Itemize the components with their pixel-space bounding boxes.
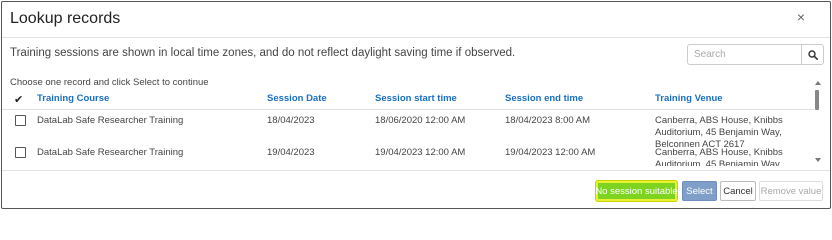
search-box xyxy=(687,44,824,65)
cancel-button[interactable]: Cancel xyxy=(720,181,756,201)
table-body: DataLab Safe Researcher Training 18/04/2… xyxy=(2,110,814,166)
select-all-checkmark-icon[interactable]: ✔ xyxy=(14,93,23,106)
table-row[interactable]: DataLab Safe Researcher Training 19/04/2… xyxy=(2,142,814,166)
scrollbar-thumb[interactable] xyxy=(815,90,819,110)
close-icon[interactable]: × xyxy=(797,10,805,24)
search-button[interactable] xyxy=(801,45,823,64)
instruction-text: Choose one record and click Select to co… xyxy=(10,77,209,88)
column-header-training-course[interactable]: Training Course xyxy=(37,93,109,104)
timezone-info-text: Training sessions are shown in local tim… xyxy=(10,47,516,59)
column-header-session-end-time[interactable]: Session end time xyxy=(505,93,583,104)
scroll-up-arrow-icon[interactable] xyxy=(815,81,821,85)
cell-training-course: DataLab Safe Researcher Training xyxy=(37,147,184,158)
cell-session-date: 19/04/2023 xyxy=(267,147,315,158)
cell-session-start-time: 19/04/2023 12:00 AM xyxy=(375,147,466,158)
select-button[interactable]: Select xyxy=(682,181,717,201)
dialog-header: Lookup records × xyxy=(2,2,830,38)
row-checkbox[interactable] xyxy=(15,115,26,126)
vertical-scrollbar[interactable] xyxy=(814,78,824,166)
dialog-title: Lookup records xyxy=(10,10,121,27)
remove-value-button[interactable]: Remove value xyxy=(759,181,823,201)
row-checkbox[interactable] xyxy=(15,147,26,158)
cell-training-course: DataLab Safe Researcher Training xyxy=(37,115,184,126)
cell-session-end-time: 18/04/2023 8:00 AM xyxy=(505,115,591,126)
column-header-session-start-time[interactable]: Session start time xyxy=(375,93,457,104)
cell-session-start-time: 18/06/2020 12:00 AM xyxy=(375,115,466,126)
lookup-dialog: Lookup records × Training sessions are s… xyxy=(1,1,831,209)
column-header-training-venue[interactable]: Training Venue xyxy=(655,93,723,104)
column-header-session-date[interactable]: Session Date xyxy=(267,93,327,104)
search-icon xyxy=(807,49,818,60)
scroll-down-arrow-icon[interactable] xyxy=(815,158,821,162)
cell-training-venue: Canberra, ABS House, Knibbs Auditorium, … xyxy=(655,147,783,166)
search-input[interactable] xyxy=(688,45,802,64)
table-header: ✔ Training Course Session Date Session s… xyxy=(2,88,814,110)
table-row[interactable]: DataLab Safe Researcher Training 18/04/2… xyxy=(2,110,814,150)
dialog-footer: No session suitable Select Cancel Remove… xyxy=(2,170,830,208)
cell-session-end-time: 19/04/2023 12:00 AM xyxy=(505,147,596,158)
no-session-suitable-button[interactable]: No session suitable xyxy=(595,181,678,201)
cell-session-date: 18/04/2023 xyxy=(267,115,315,126)
